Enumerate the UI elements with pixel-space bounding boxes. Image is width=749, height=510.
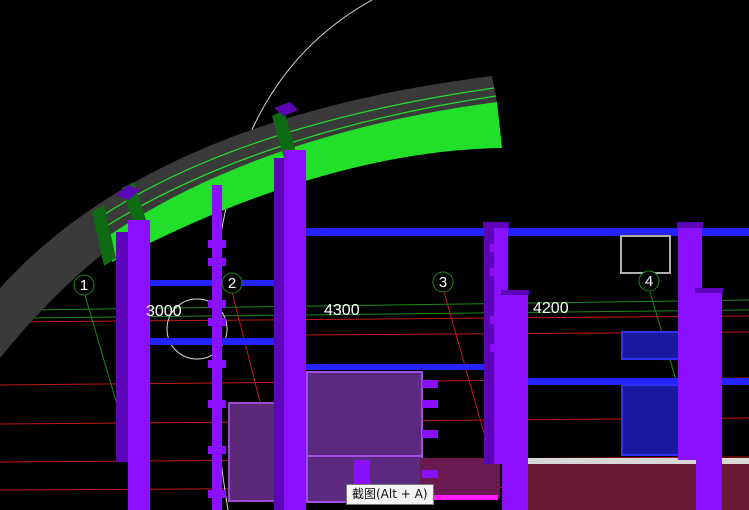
screenshot-tooltip: 截图(Alt + A) — [346, 484, 434, 505]
axis-label-4: 4 — [645, 273, 653, 290]
axis-marker-1[interactable]: 1 — [73, 274, 95, 296]
3d-model-viewport[interactable]: 1 2 3 4 3000 4300 4200 — [0, 0, 749, 510]
wall-panel-left — [228, 402, 276, 502]
dimension-label-3: 4200 — [533, 300, 569, 317]
axis-label-1: 1 — [80, 277, 88, 294]
dimension-label-1: 3000 — [146, 303, 182, 320]
axis-label-2: 2 — [228, 275, 236, 292]
dimension-label-2: 4300 — [324, 302, 360, 319]
opening-outline — [620, 235, 671, 274]
axis-marker-2[interactable]: 2 — [221, 272, 243, 294]
axis-marker-4[interactable]: 4 — [638, 270, 660, 292]
axis-label-3: 3 — [439, 274, 447, 291]
axis-marker-3[interactable]: 3 — [432, 271, 454, 293]
